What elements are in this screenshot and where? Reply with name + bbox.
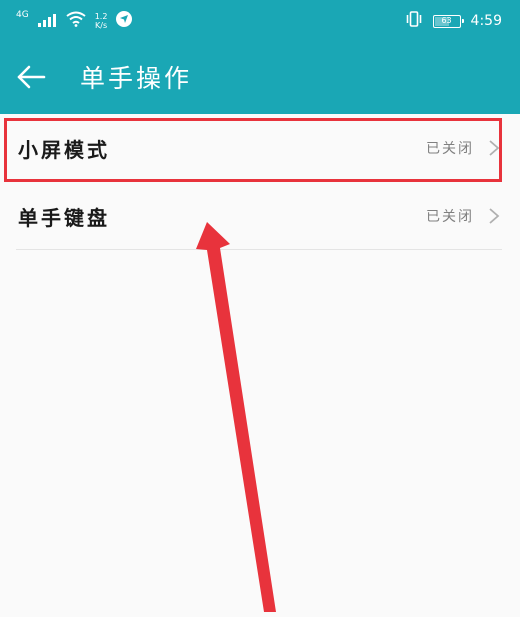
wifi-icon bbox=[65, 11, 87, 31]
location-icon bbox=[115, 10, 133, 32]
status-left: 4G 1.2 K/s bbox=[16, 8, 133, 34]
setting-one-handed-keyboard[interactable]: 单手键盘 已关闭 bbox=[0, 182, 520, 250]
setting-label: 小屏模式 bbox=[18, 137, 110, 162]
network-type: 4G bbox=[16, 9, 29, 20]
back-button[interactable] bbox=[14, 62, 48, 96]
setting-status: 已关闭 bbox=[426, 209, 474, 225]
speed-unit: K/s bbox=[95, 21, 108, 30]
divider bbox=[16, 249, 502, 250]
app-bar: 单手操作 bbox=[0, 44, 520, 114]
chevron-right-icon bbox=[488, 139, 500, 157]
signal-icon bbox=[37, 12, 57, 31]
page-title: 单手操作 bbox=[80, 64, 193, 93]
battery-icon: 63 bbox=[432, 14, 464, 28]
vibrate-icon bbox=[405, 11, 423, 31]
status-right: 63 4:59 bbox=[405, 10, 502, 32]
status-bar: 4G 1.2 K/s 63 4:59 bbox=[0, 0, 520, 44]
settings-list: 小屏模式 已关闭 单手键盘 已关闭 bbox=[0, 114, 520, 250]
chevron-right-icon bbox=[488, 207, 500, 225]
network-speed: 1.2 K/s bbox=[95, 12, 108, 30]
speed-value: 1.2 bbox=[94, 12, 108, 21]
setting-status: 已关闭 bbox=[426, 141, 474, 157]
clock: 4:59 bbox=[470, 13, 502, 29]
setting-small-screen-mode[interactable]: 小屏模式 已关闭 bbox=[0, 114, 520, 182]
arrow-left-icon bbox=[16, 65, 46, 93]
setting-label: 单手键盘 bbox=[18, 205, 110, 230]
battery-level: 63 bbox=[441, 16, 452, 25]
